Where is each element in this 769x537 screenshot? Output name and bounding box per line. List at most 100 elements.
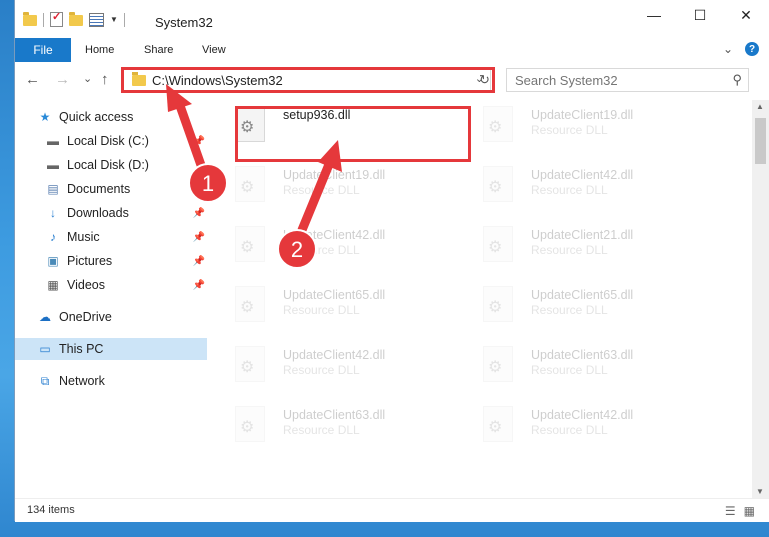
up-button[interactable]: ↑ [101, 71, 109, 88]
file-tile[interactable]: ⚙ UpdateClient65.dll Resource DLL [473, 280, 703, 328]
dll-file-icon: ⚙ [235, 226, 265, 262]
vertical-scrollbar[interactable]: ▲ ▼ [752, 100, 769, 498]
file-tile[interactable]: ⚙ UpdateClient19.dll Resource DLL [225, 160, 455, 208]
file-tile[interactable]: ⚙ UpdateClient42.dll Resource DLL [473, 400, 703, 448]
file-tile[interactable]: ⚙ UpdateClient19.dll Resource DLL [473, 100, 703, 148]
file-type: Resource DLL [283, 243, 360, 257]
file-type: Resource DLL [283, 363, 360, 377]
sidebar-item-label: Local Disk (D:) [67, 158, 149, 172]
dll-file-icon: ⚙ [483, 226, 513, 262]
pin-icon[interactable]: 📌 [193, 232, 205, 243]
sidebar-item-label: Network [59, 374, 105, 388]
pin-icon[interactable]: 📌 [193, 136, 205, 147]
window-title: System32 [155, 15, 213, 30]
pin-icon[interactable]: 📌 [193, 208, 205, 219]
properties-check-icon[interactable] [50, 10, 63, 27]
new-folder-icon[interactable] [69, 12, 83, 26]
file-type: Resource DLL [531, 123, 608, 137]
star-icon: ★ [39, 110, 51, 124]
file-tile[interactable]: ⚙ UpdateClient63.dll Resource DLL [225, 400, 455, 448]
sidebar-item-quick-access[interactable]: ★ Quick access [37, 106, 207, 128]
file-name: UpdateClient19.dll [283, 168, 386, 182]
scrollbar-thumb[interactable] [755, 118, 766, 164]
file-name: UpdateClient42.dll [531, 408, 634, 422]
file-tile[interactable]: ⚙ UpdateClient42.dll Resource DLL [225, 220, 455, 268]
tab-share[interactable]: Share [144, 38, 173, 62]
file-tile[interactable]: ⚙ UpdateClient65.dll Resource DLL [225, 280, 455, 328]
sidebar-item-pictures[interactable]: ▣ Pictures 📌 [45, 250, 207, 272]
search-input[interactable] [515, 72, 715, 88]
sidebar-item-this-pc[interactable]: ▭ This PC [15, 338, 207, 360]
documents-icon: ▤ [47, 182, 59, 196]
file-type: Resource DLL [531, 183, 608, 197]
pin-icon[interactable]: 📌 [193, 280, 205, 291]
file-name: UpdateClient21.dll [531, 228, 634, 242]
customize-toolbar-icon[interactable]: ▼ [110, 15, 118, 24]
drive-icon: ▬ [47, 134, 59, 148]
sidebar-item-label: Documents [67, 182, 131, 196]
ribbon-tabs: File Home Share View ⌄ ? [15, 38, 769, 63]
ribbon-right: ⌄ ? [723, 42, 759, 56]
file-name: UpdateClient42.dll [531, 168, 634, 182]
scroll-down-icon[interactable]: ▼ [756, 487, 764, 496]
file-type: Resource DLL [531, 423, 608, 437]
recent-locations-button[interactable]: ⌄ [83, 72, 92, 85]
navigation-bar: ← → ⌄ ↑ C:\Windows\System32 ⌄ ↻ ⚲ [15, 62, 769, 98]
file-name: UpdateClient42.dll [283, 348, 386, 362]
file-tile[interactable]: ⚙ UpdateClient42.dll Resource DLL [473, 160, 703, 208]
dll-file-icon: ⚙ [235, 406, 265, 442]
help-icon[interactable]: ? [745, 42, 759, 56]
file-name: UpdateClient19.dll [531, 108, 634, 122]
view-buttons: ☰ ▦ [725, 504, 755, 518]
sidebar-item-label: OneDrive [59, 310, 112, 324]
scroll-up-icon[interactable]: ▲ [756, 102, 764, 111]
properties-icon[interactable] [89, 12, 104, 27]
address-highlight-box [121, 67, 495, 93]
file-type: Resource DLL [531, 303, 608, 317]
sidebar-item-network[interactable]: ⧉ Network [37, 370, 207, 392]
status-bar: 134 items ☰ ▦ [15, 498, 769, 522]
expand-ribbon-icon[interactable]: ⌄ [723, 42, 733, 56]
sidebar-item-local-disk-c[interactable]: ▬ Local Disk (C:) 📌 [45, 130, 207, 152]
tab-file[interactable]: File [15, 38, 71, 62]
item-count: 134 items [27, 504, 75, 516]
sidebar-item-onedrive[interactable]: ☁ OneDrive [37, 306, 207, 328]
search-box[interactable]: ⚲ [506, 68, 749, 92]
quick-access-toolbar: ▼ [23, 10, 125, 27]
minimize-button[interactable]: — [631, 0, 677, 30]
sidebar-item-videos[interactable]: ▦ Videos 📌 [45, 274, 207, 296]
dll-file-icon: ⚙ [235, 346, 265, 382]
file-tile[interactable]: ⚙ UpdateClient63.dll Resource DLL [473, 340, 703, 388]
search-icon[interactable]: ⚲ [732, 72, 742, 88]
file-tile[interactable]: ⚙ UpdateClient21.dll Resource DLL [473, 220, 703, 268]
title-bar: ▼ System32 — ☐ ✕ [15, 0, 769, 38]
maximize-button[interactable]: ☐ [677, 0, 723, 30]
sidebar-item-label: This PC [59, 342, 104, 356]
sidebar-item-label: Videos [67, 278, 105, 292]
sidebar-item-documents[interactable]: ▤ Documents [45, 178, 207, 200]
details-view-icon[interactable]: ☰ [725, 504, 736, 518]
dll-file-icon: ⚙ [483, 406, 513, 442]
sidebar-item-label: Music [67, 230, 100, 244]
cloud-icon: ☁ [39, 310, 51, 324]
back-button[interactable]: ← [25, 71, 40, 88]
forward-button[interactable]: → [55, 71, 70, 88]
divider [123, 12, 125, 27]
close-button[interactable]: ✕ [723, 0, 769, 30]
sidebar-item-music[interactable]: ♪ Music 📌 [45, 226, 207, 248]
dll-file-icon: ⚙ [483, 346, 513, 382]
dll-file-icon: ⚙ [483, 166, 513, 202]
tab-home[interactable]: Home [85, 38, 114, 62]
sidebar-item-local-disk-d[interactable]: ▬ Local Disk (D:) [45, 154, 207, 176]
sidebar-item-label: Downloads [67, 206, 129, 220]
pc-icon: ▭ [39, 342, 51, 356]
file-type: Resource DLL [531, 363, 608, 377]
sidebar-item-downloads[interactable]: ↓ Downloads 📌 [45, 202, 207, 224]
file-highlight-box [235, 106, 471, 162]
large-icons-view-icon[interactable]: ▦ [744, 504, 755, 518]
divider [43, 12, 44, 27]
file-tile[interactable]: ⚙ UpdateClient42.dll Resource DLL [225, 340, 455, 388]
tab-view[interactable]: View [202, 38, 226, 62]
pin-icon[interactable]: 📌 [193, 256, 205, 267]
window-controls: — ☐ ✕ [631, 0, 769, 30]
